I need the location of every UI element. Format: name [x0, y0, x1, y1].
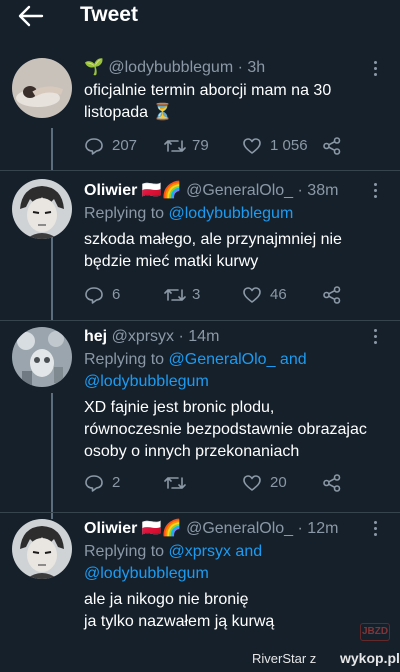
replying-to: Replying to @xprsyx and [84, 541, 262, 563]
mention-and: and [230, 543, 263, 560]
text-line: będzie mieć matki kurwy [84, 253, 259, 270]
jbzd-stamp: JBZD [360, 623, 390, 641]
replying-to-second: @lodybubblegum [84, 371, 209, 393]
user-handle[interactable]: @GeneralOlo_ [186, 182, 293, 199]
reply-icon [85, 475, 103, 492]
user-handle[interactable]: @GeneralOlo_ [186, 520, 293, 537]
text-line: ale ja nikogo nie bronię [84, 591, 249, 608]
tweet[interactable]: Oliwier 🇵🇱🌈 @GeneralOlo_ · 12m Replying … [0, 513, 400, 646]
replying-to: Replying to @lodybubblegum [84, 203, 293, 225]
reply-count: 6 [112, 286, 121, 303]
top-bar: Tweet [0, 0, 400, 36]
display-name[interactable]: hej [84, 328, 107, 345]
user-handle[interactable]: @lodybubblegum [108, 59, 233, 76]
replying-to-label: Replying to [84, 205, 169, 222]
user-handle[interactable]: @xprsyx [112, 328, 174, 345]
like-count: 20 [270, 474, 287, 491]
replying-to: Replying to @GeneralOlo_ and [84, 349, 307, 371]
retweet-icon [164, 140, 186, 152]
like-count: 46 [270, 286, 287, 303]
reply-count: 207 [112, 137, 138, 154]
replying-to-label: Replying to [84, 351, 169, 368]
mention-link[interactable]: @lodybubblegum [84, 565, 209, 582]
share-icon [323, 474, 341, 492]
tweet-actions: 6 3 46 [84, 285, 354, 305]
avatar[interactable] [12, 179, 72, 239]
retweet-count: 79 [192, 137, 209, 154]
timestamp[interactable]: · 3h [238, 59, 266, 76]
tweet-text: XD fajnie jest bronic plodu, równoczesni… [84, 397, 384, 463]
more-options-icon[interactable] [374, 329, 378, 345]
share-icon [323, 137, 341, 155]
mention-and: and [275, 351, 307, 368]
text-line: równoczesnie bezpodstawnie obrazajac [84, 421, 367, 438]
tweet-text: szkoda małego, ale przynajmniej nie będz… [84, 229, 384, 273]
page-title: Tweet [80, 3, 138, 26]
mention-link[interactable]: @xprsyx [169, 543, 231, 560]
replying-to-second: @lodybubblegum [84, 563, 209, 585]
like-count: 1 056 [270, 137, 308, 154]
tweet-header: hej @xprsyx · 14m [84, 327, 219, 347]
text-line: osoby o innych przekonaniach [84, 443, 300, 460]
more-options-icon[interactable] [374, 183, 378, 199]
tweet-header: 🌱 @lodybubblegum · 3h [84, 58, 265, 78]
text-line: ja tylko nazwałem ją kurwą [84, 613, 275, 630]
heart-icon [243, 475, 261, 491]
sprout-icon: 🌱 [84, 59, 104, 76]
text-line: oficjalnie termin aborcji mam na 30 [84, 82, 332, 99]
watermark-user: RiverStar z [252, 651, 317, 666]
more-options-icon[interactable] [374, 61, 378, 77]
tweet-header: Oliwier 🇵🇱🌈 @GeneralOlo_ · 38m [84, 181, 338, 201]
text-line: listopada ⏳ [84, 104, 173, 121]
tweet-text: ale ja nikogo nie bronię ja tylko nazwał… [84, 589, 384, 633]
watermark-bar: RiverStar z wykop.pl [0, 646, 400, 672]
retweet-icon [164, 289, 186, 301]
retweet-count: 3 [192, 286, 201, 303]
back-arrow-icon[interactable] [16, 4, 44, 28]
avatar[interactable] [12, 58, 72, 118]
heart-icon [243, 287, 261, 303]
tweet[interactable]: Oliwier 🇵🇱🌈 @GeneralOlo_ · 38m Replying … [0, 171, 400, 319]
text-line: szkoda małego, ale przynajmniej nie [84, 231, 342, 248]
mention-link[interactable]: @GeneralOlo_ [169, 351, 276, 368]
replying-to-label: Replying to [84, 543, 169, 560]
mention-link[interactable]: @lodybubblegum [169, 205, 294, 222]
timestamp[interactable]: · 14m [179, 328, 220, 345]
tweet[interactable]: hej @xprsyx · 14m Replying to @GeneralOl… [0, 321, 400, 511]
share-icon [323, 286, 341, 304]
heart-icon [243, 138, 261, 154]
tweet-actions: 207 79 1 056 [84, 136, 354, 156]
text-line: XD fajnie jest bronic plodu, [84, 399, 275, 416]
mention-link[interactable]: @lodybubblegum [84, 373, 209, 390]
display-name[interactable]: Oliwier 🇵🇱🌈 [84, 182, 182, 199]
more-options-icon[interactable] [374, 521, 378, 537]
reply-icon [85, 138, 103, 155]
avatar[interactable] [12, 519, 72, 579]
tweet-text: oficjalnie termin aborcji mam na 30 list… [84, 80, 384, 124]
display-name[interactable]: Oliwier 🇵🇱🌈 [84, 520, 182, 537]
reply-count: 2 [112, 474, 121, 491]
reply-icon [85, 287, 103, 304]
timestamp[interactable]: · 38m [298, 182, 339, 199]
watermark-site: wykop.pl [340, 650, 400, 666]
tweet-header: Oliwier 🇵🇱🌈 @GeneralOlo_ · 12m [84, 519, 338, 539]
tweet-actions: 2 20 [84, 473, 354, 493]
timestamp[interactable]: · 12m [298, 520, 339, 537]
avatar[interactable] [12, 327, 72, 387]
retweet-icon [164, 477, 186, 489]
tweet[interactable]: 🌱 @lodybubblegum · 3h oficjalnie termin … [0, 46, 400, 170]
